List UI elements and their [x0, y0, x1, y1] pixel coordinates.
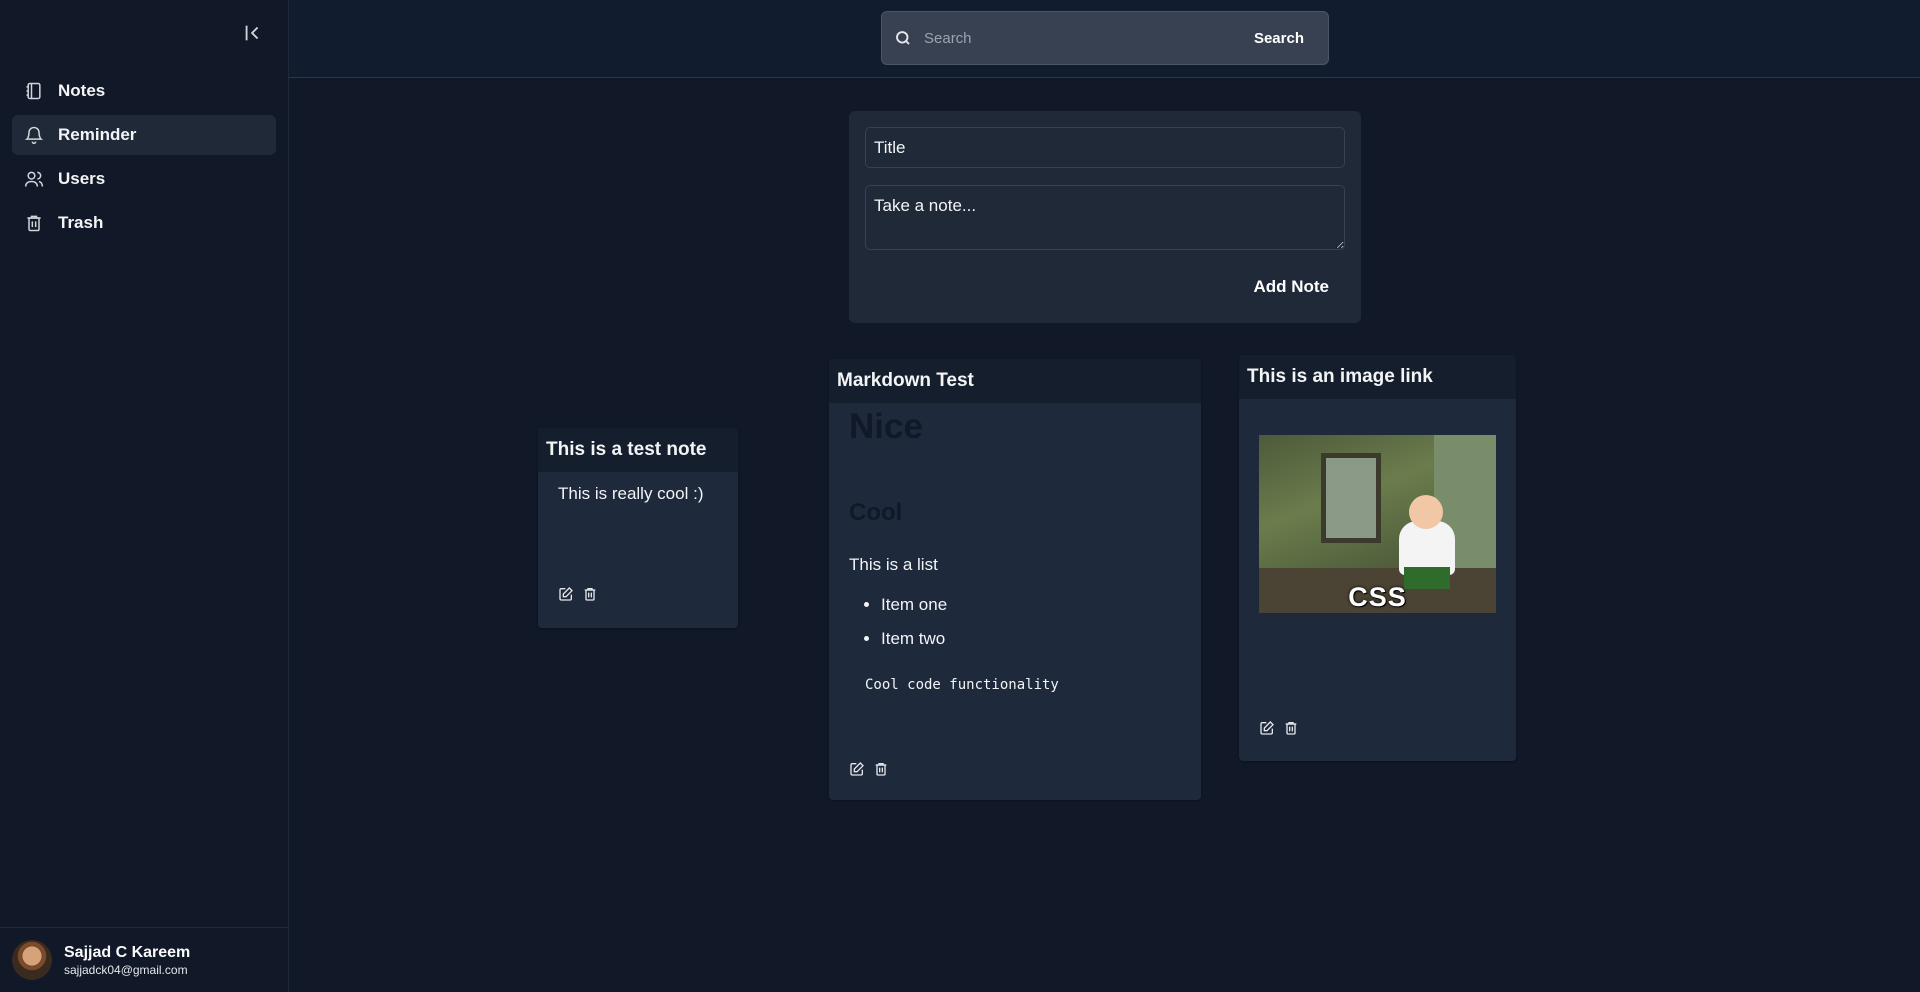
note-title: Markdown Test [829, 359, 1201, 403]
sidebar-item-reminder[interactable]: Reminder [12, 115, 276, 155]
sidebar-item-trash[interactable]: Trash [12, 203, 276, 243]
note-body: This is really cool :) [558, 484, 704, 503]
note-body: CSS [1239, 399, 1516, 613]
sidebar-item-label: Users [58, 169, 106, 188]
note-actions [1259, 720, 1299, 736]
search-bar: Search [881, 11, 1329, 65]
avatar [12, 940, 52, 980]
markdown-code: Cool code functionality [865, 677, 1059, 693]
sidebar-item-label: Trash [58, 213, 104, 232]
note-actions [558, 586, 598, 602]
note-composer: Add Note [849, 111, 1361, 323]
trash-icon [27, 215, 41, 232]
list-item: Item two [881, 629, 1181, 649]
delete-icon[interactable] [582, 586, 598, 602]
bell-icon [24, 126, 44, 145]
note-card[interactable]: This is an image link CSS [1239, 355, 1516, 761]
sidebar: Notes Reminder Users Trash Sajjad C Kare… [0, 0, 289, 992]
note-actions [849, 761, 889, 777]
note-body-input[interactable] [865, 185, 1345, 250]
users-icon [24, 171, 44, 187]
markdown-heading-1: Nice [849, 407, 923, 446]
markdown-list: Item one Item two [849, 595, 1181, 649]
note-title: This is an image link [1239, 355, 1516, 399]
sidebar-item-notes[interactable]: Notes [12, 71, 276, 111]
note-card[interactable]: This is a test note This is really cool … [538, 428, 738, 628]
edit-icon[interactable] [1259, 720, 1275, 736]
delete-icon[interactable] [873, 761, 889, 777]
list-item: Item one [881, 595, 1181, 615]
add-note-button[interactable]: Add Note [1253, 277, 1329, 297]
note-body: Nice Cool This is a list Item one Item t… [829, 403, 1201, 705]
markdown-paragraph: This is a list [849, 555, 938, 574]
note-image: CSS [1259, 435, 1496, 613]
notebook-icon [26, 82, 41, 100]
delete-icon[interactable] [1283, 720, 1299, 736]
user-email: sajjadck04@gmail.com [64, 962, 188, 977]
sidebar-item-label: Notes [58, 81, 106, 100]
image-caption: CSS [1348, 582, 1407, 612]
user-profile[interactable]: Sajjad C Kareem sajjadck04@gmail.com [0, 927, 288, 992]
user-name: Sajjad C Kareem [64, 943, 191, 961]
search-icon [896, 31, 910, 45]
edit-icon[interactable] [558, 586, 574, 602]
note-title-input[interactable] [865, 127, 1345, 168]
note-title: This is a test note [538, 428, 738, 472]
collapse-sidebar-icon[interactable] [242, 22, 264, 44]
sidebar-item-users[interactable]: Users [12, 159, 276, 199]
note-card[interactable]: Markdown Test Nice Cool This is a list I… [829, 359, 1201, 800]
sidebar-nav: Notes Reminder Users Trash [12, 71, 276, 247]
top-bar: Search [289, 0, 1920, 78]
edit-icon[interactable] [849, 761, 865, 777]
search-input[interactable] [924, 29, 1254, 47]
markdown-heading-2: Cool [849, 499, 903, 526]
sidebar-item-label: Reminder [58, 125, 137, 144]
search-button[interactable]: Search [1254, 30, 1304, 47]
